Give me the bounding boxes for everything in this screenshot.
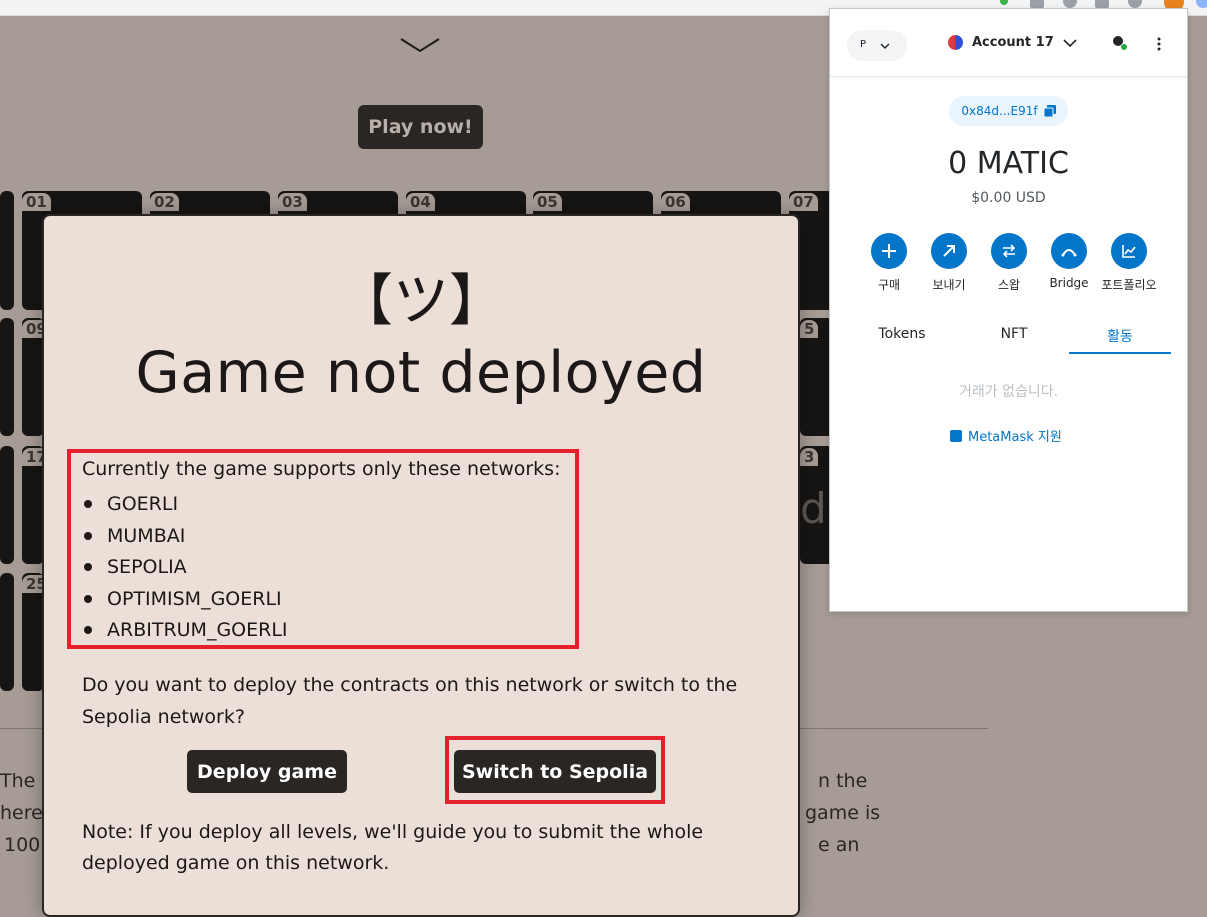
action-label: 보내기: [932, 278, 966, 292]
level-number: 03: [278, 193, 307, 211]
level-number: 3: [800, 448, 819, 466]
account-avatar: [948, 35, 963, 50]
chevron-down-icon: [1063, 38, 1077, 47]
network-item: MUMBAI: [82, 525, 288, 557]
level-number: 05: [533, 193, 562, 211]
level-tile[interactable]: [0, 191, 14, 310]
action-label: 스왑: [997, 278, 1021, 292]
account-address: 0x84d...E91f: [961, 104, 1038, 118]
active-tab-indicator: [1069, 352, 1171, 354]
level-number: 02: [150, 193, 179, 211]
tab-tokens[interactable]: Tokens: [852, 326, 952, 342]
zoom-icon[interactable]: [1063, 0, 1077, 8]
bullet-icon: [84, 594, 92, 603]
extension-icon[interactable]: [1000, 0, 1008, 5]
send-arrow-icon: [931, 233, 967, 269]
chat-icon: [950, 429, 962, 442]
metamask-popup: P Account 17 0x84d...E91f 0 MATIC $0.00 …: [829, 8, 1188, 612]
action-label: 포트폴리오: [1101, 278, 1157, 292]
bullet-icon: [84, 563, 92, 571]
level-number: 06: [661, 193, 690, 211]
description-text: game is: [805, 802, 881, 824]
portfolio-action[interactable]: 포트폴리오: [1099, 233, 1159, 293]
swap-action[interactable]: 스왑: [979, 233, 1039, 293]
buy-action[interactable]: 구매: [859, 233, 919, 293]
level-tile[interactable]: [0, 318, 14, 436]
network-name: MUMBAI: [107, 524, 186, 547]
deploy-note: Note: If you deploy all levels, we'll gu…: [82, 821, 704, 874]
description-text: The: [0, 770, 36, 792]
network-item: SEPOLIA: [82, 556, 288, 588]
level-number: 01: [22, 193, 51, 211]
account-selector[interactable]: Account 17: [948, 35, 1077, 50]
level-number: 07: [789, 193, 818, 211]
account-name: Account 17: [972, 35, 1054, 50]
level-number: 04: [406, 193, 435, 211]
kebab-menu-icon[interactable]: [1157, 37, 1161, 51]
networks-intro: Currently the game supports only these n…: [82, 458, 561, 480]
support-label: MetaMask 지원: [968, 430, 1062, 445]
modal-emoji: 【ツ】: [337, 269, 505, 334]
description-text: n the: [818, 770, 868, 792]
network-name: SEPOLIA: [107, 556, 187, 578]
network-name: OPTIMISM_GOERLI: [107, 587, 282, 610]
balance-usd: $0.00 USD: [971, 190, 1046, 206]
bullet-icon: [84, 626, 92, 634]
connected-sites-icon[interactable]: [1112, 35, 1128, 51]
play-now-button[interactable]: Play now!: [358, 105, 483, 149]
no-transactions-text: 거래가 없습니다.: [958, 384, 1059, 400]
switch-to-sepolia-button[interactable]: Switch to Sepolia: [454, 750, 656, 793]
swap-icon: [991, 233, 1027, 269]
network-list: GOERLI MUMBAI SEPOLIA OPTIMISM_GOERLI AR…: [82, 493, 288, 651]
level-tile[interactable]: [0, 573, 14, 691]
profile-icon[interactable]: [1196, 0, 1207, 8]
bullet-icon: [84, 531, 92, 540]
media-icon[interactable]: [1030, 0, 1044, 8]
network-item: OPTIMISM_GOERLI: [82, 588, 288, 620]
share-icon[interactable]: [1095, 0, 1109, 8]
deploy-game-button[interactable]: Deploy game: [187, 750, 347, 793]
network-item: GOERLI: [82, 493, 288, 525]
tab-activity[interactable]: 활동: [1069, 326, 1171, 346]
bridge-icon: [1051, 233, 1087, 269]
address-copy-pill[interactable]: 0x84d...E91f: [949, 96, 1068, 126]
portfolio-chart-icon: [1111, 233, 1147, 269]
supported-networks-box: Currently the game supports only these n…: [67, 449, 579, 649]
network-item: ARBITRUM_GOERLI: [82, 619, 288, 651]
copy-icon: [1043, 105, 1056, 117]
chevron-down-icon: [880, 43, 890, 49]
description-text: 100: [4, 834, 41, 856]
network-selector[interactable]: P: [847, 30, 907, 61]
description-text: e an: [818, 834, 860, 856]
network-name: GOERLI: [107, 493, 179, 515]
level-number: 5: [800, 320, 819, 338]
network-name: ARBITRUM_GOERLI: [107, 619, 288, 641]
tab-nft[interactable]: NFT: [964, 326, 1064, 342]
chevron-down-icon[interactable]: [400, 36, 440, 56]
metamask-header: P Account 17: [830, 9, 1187, 77]
metamask-support-link[interactable]: MetaMask 지원: [950, 426, 1062, 445]
deploy-question: Do you want to deploy the contracts on t…: [82, 674, 738, 728]
bookmark-star-icon[interactable]: [1128, 0, 1142, 8]
modal-title: Game not deployed: [135, 340, 707, 406]
game-not-deployed-modal: 【ツ】 Game not deployed Currently the game…: [42, 214, 800, 917]
action-label: 구매: [877, 278, 901, 292]
level-tile[interactable]: [0, 446, 14, 564]
bridge-action[interactable]: Bridge: [1039, 233, 1099, 290]
network-initial: P: [860, 39, 867, 50]
send-action[interactable]: 보내기: [919, 233, 979, 293]
plus-icon: [871, 233, 907, 269]
bullet-icon: [84, 500, 92, 508]
balance-amount: 0 MATIC: [948, 146, 1069, 181]
action-label: Bridge: [1049, 276, 1089, 290]
